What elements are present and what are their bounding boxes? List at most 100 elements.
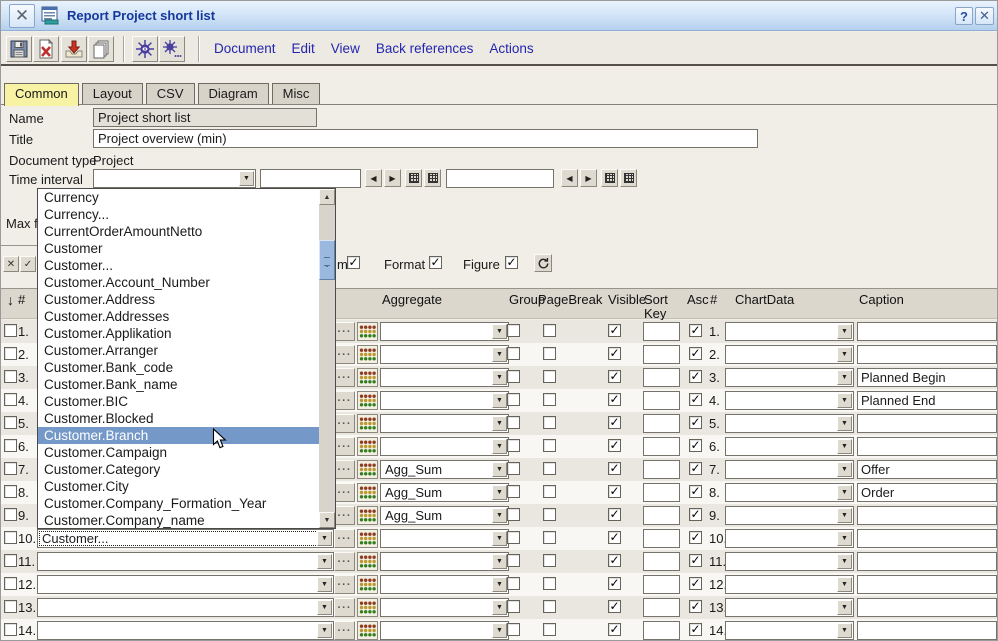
dropdown-option[interactable]: Customer.Bank_code (38, 359, 319, 376)
tab-diagram[interactable]: Diagram (198, 83, 269, 104)
dropdown-option[interactable]: Customer.Addresses (38, 308, 319, 325)
group-checkbox[interactable] (507, 554, 520, 567)
caption-input[interactable] (857, 621, 997, 640)
aggregate-combobox[interactable]: ▼ (380, 621, 509, 640)
sort-order-icon[interactable]: ↓ (7, 292, 14, 308)
pagebreak-checkbox[interactable] (543, 324, 556, 337)
chartdata-combobox[interactable]: ▼ (725, 391, 854, 410)
chevron-down-icon[interactable]: ▼ (492, 462, 507, 477)
visible-checkbox[interactable] (608, 531, 621, 544)
chevron-down-icon[interactable]: ▼ (492, 508, 507, 523)
group-checkbox[interactable] (507, 577, 520, 590)
chevron-down-icon[interactable]: ▼ (492, 600, 507, 615)
group-checkbox[interactable] (507, 393, 520, 406)
sortkey-input[interactable] (643, 506, 680, 525)
calendar-button[interactable] (424, 169, 441, 187)
group-checkbox[interactable] (507, 508, 520, 521)
menu-item-edit[interactable]: Edit (292, 41, 315, 56)
title-input[interactable]: Project overview (min) (93, 129, 758, 148)
chevron-down-icon[interactable]: ▼ (317, 600, 332, 615)
close-icon[interactable]: ✕ (9, 4, 35, 28)
sortkey-input[interactable] (643, 483, 680, 502)
name-input[interactable]: Project short list (93, 108, 317, 127)
visible-checkbox[interactable] (608, 623, 621, 636)
chevron-down-icon[interactable]: ▼ (492, 623, 507, 638)
aggregate-combobox[interactable]: ▼ (380, 368, 509, 387)
chevron-down-icon[interactable]: ▼ (837, 600, 852, 615)
asc-checkbox[interactable] (689, 324, 702, 337)
row-select-checkbox[interactable] (4, 600, 17, 613)
caption-input[interactable] (857, 414, 997, 433)
chevron-down-icon[interactable]: ▼ (492, 393, 507, 408)
aggregate-combobox[interactable]: Agg_Sum▼ (380, 483, 509, 502)
row-select-checkbox[interactable] (4, 370, 17, 383)
help-button[interactable]: ? (955, 7, 973, 25)
more-button[interactable]: ··· (334, 368, 355, 387)
dropdown-scrollbar[interactable]: ▲ ▼ (319, 189, 335, 528)
chartdata-combobox[interactable]: ▼ (725, 529, 854, 548)
color-matrix-button[interactable] (357, 322, 378, 341)
menu-item-document[interactable]: Document (214, 41, 276, 56)
pagebreak-checkbox[interactable] (543, 577, 556, 590)
caption-input[interactable] (857, 529, 997, 548)
dropdown-option[interactable]: Customer.Applikation (38, 325, 319, 342)
chevron-down-icon[interactable]: ▼ (837, 577, 852, 592)
pagebreak-checkbox[interactable] (543, 554, 556, 567)
more-button[interactable]: ··· (334, 391, 355, 410)
tab-misc[interactable]: Misc (272, 83, 321, 104)
chevron-down-icon[interactable]: ▼ (492, 416, 507, 431)
web-view-button[interactable] (132, 36, 158, 62)
visible-checkbox[interactable] (608, 508, 621, 521)
asc-checkbox[interactable] (689, 623, 702, 636)
caption-input[interactable] (857, 345, 997, 364)
close-button[interactable]: ✕ (975, 7, 994, 25)
field-combobox[interactable]: Customer...▼ (37, 529, 334, 548)
more-button[interactable]: ··· (334, 552, 355, 571)
visible-checkbox[interactable] (608, 577, 621, 590)
copy-button[interactable] (88, 36, 114, 62)
visible-checkbox[interactable] (608, 324, 621, 337)
color-matrix-button[interactable] (357, 414, 378, 433)
chartdata-combobox[interactable]: ▼ (725, 460, 854, 479)
dropdown-option[interactable]: Customer.Blocked (38, 410, 319, 427)
figure-checkbox[interactable] (505, 256, 518, 269)
sortkey-input[interactable] (643, 460, 680, 479)
chevron-down-icon[interactable]: ▼ (492, 577, 507, 592)
color-matrix-button[interactable] (357, 529, 378, 548)
row-select-checkbox[interactable] (4, 416, 17, 429)
next-interval-button[interactable]: ▶ (384, 169, 401, 187)
row-select-checkbox[interactable] (4, 623, 17, 636)
prev-interval-button[interactable]: ◀ (561, 169, 578, 187)
group-checkbox[interactable] (507, 347, 520, 360)
calendar-button[interactable] (620, 169, 637, 187)
asc-checkbox[interactable] (689, 462, 702, 475)
color-matrix-button[interactable] (357, 621, 378, 640)
chevron-down-icon[interactable]: ▼ (492, 554, 507, 569)
format-checkbox[interactable] (429, 256, 442, 269)
caption-input[interactable]: Offer (857, 460, 997, 479)
pagebreak-checkbox[interactable] (543, 600, 556, 613)
chevron-down-icon[interactable]: ▼ (837, 393, 852, 408)
chevron-down-icon[interactable]: ▼ (317, 531, 332, 546)
dropdown-option[interactable]: Currency (38, 189, 319, 206)
sortkey-input[interactable] (643, 552, 680, 571)
field-combobox[interactable]: ▼ (37, 598, 334, 617)
chartdata-combobox[interactable]: ▼ (725, 483, 854, 502)
visible-checkbox[interactable] (608, 393, 621, 406)
caption-input[interactable] (857, 506, 997, 525)
chevron-down-icon[interactable]: ▼ (837, 370, 852, 385)
chevron-down-icon[interactable]: ▼ (837, 623, 852, 638)
color-matrix-button[interactable] (357, 598, 378, 617)
group-checkbox[interactable] (507, 416, 520, 429)
asc-checkbox[interactable] (689, 508, 702, 521)
aggregate-combobox[interactable]: ▼ (380, 598, 509, 617)
sortkey-input[interactable] (643, 621, 680, 640)
row-select-checkbox[interactable] (4, 347, 17, 360)
calendar-button[interactable] (405, 169, 422, 187)
pagebreak-checkbox[interactable] (543, 370, 556, 383)
chevron-down-icon[interactable]: ▼ (317, 577, 332, 592)
more-button[interactable]: ··· (334, 483, 355, 502)
more-button[interactable]: ··· (334, 437, 355, 456)
dropdown-option[interactable]: Currency... (38, 206, 319, 223)
truncated-option-checkbox[interactable] (347, 256, 360, 269)
